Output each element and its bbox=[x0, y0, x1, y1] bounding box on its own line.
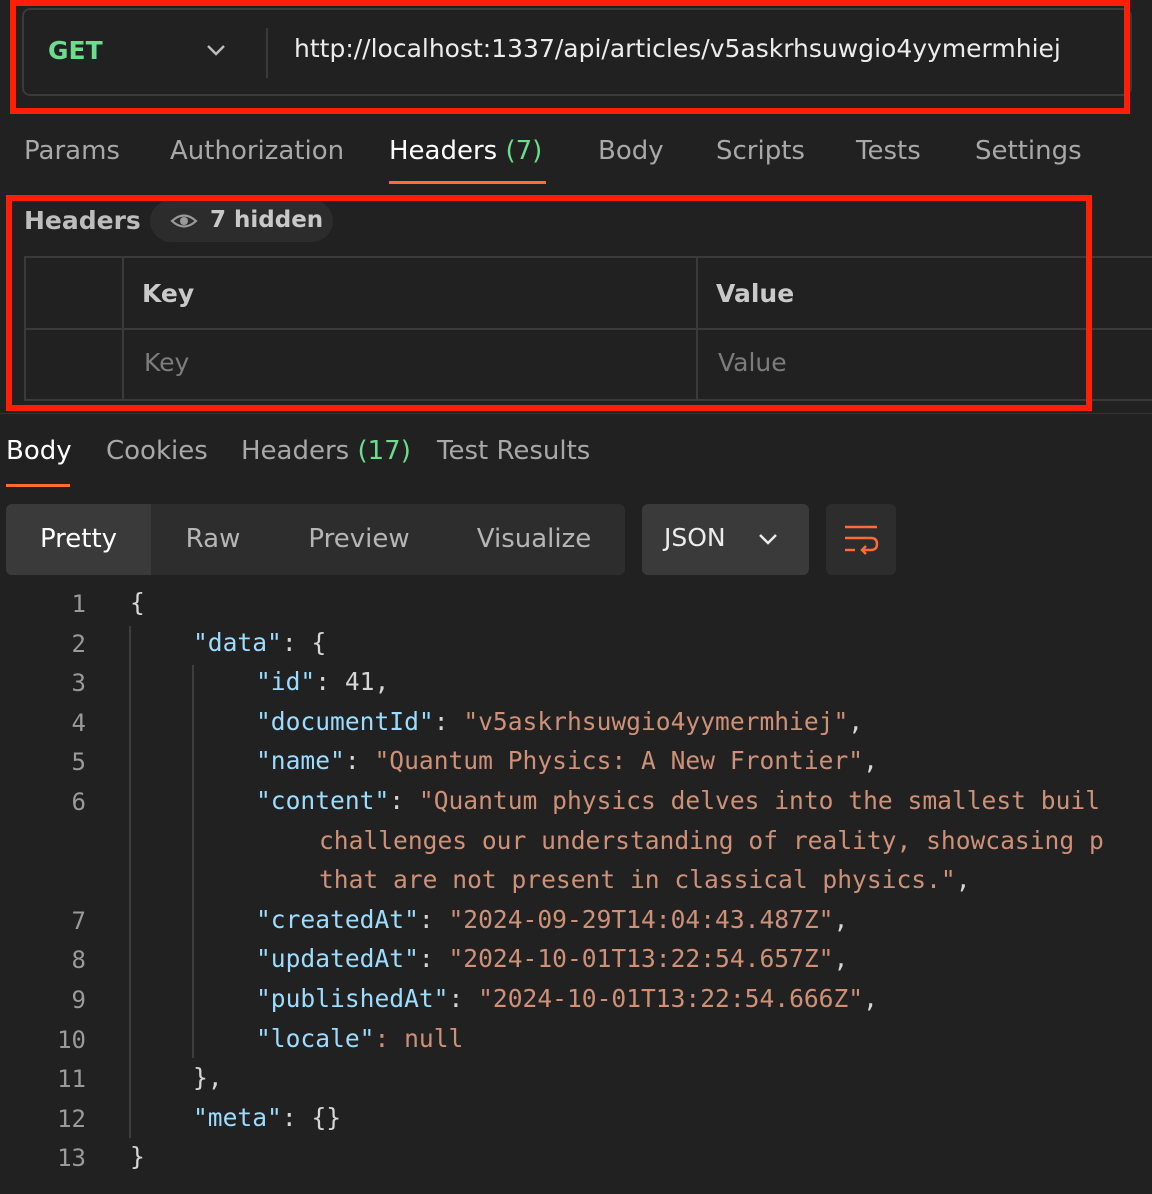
json-string: that are not present in classical physic… bbox=[319, 865, 956, 894]
tab-tests[interactable]: Tests bbox=[856, 136, 921, 166]
code-line: "publishedAt": "2024-10-01T13:22:54.666Z… bbox=[256, 984, 878, 1013]
wrap-lines-icon bbox=[845, 525, 879, 555]
response-tab-cookies[interactable]: Cookies bbox=[106, 436, 208, 466]
view-pretty-button[interactable]: Pretty bbox=[6, 504, 151, 575]
line-number: 8 bbox=[71, 946, 86, 974]
active-tab-indicator bbox=[389, 181, 546, 184]
code-line-wrapped: that are not present in classical physic… bbox=[319, 865, 971, 894]
code-line: "meta": {} bbox=[193, 1103, 341, 1132]
json-key: "name" bbox=[256, 746, 345, 775]
code-line: } bbox=[130, 1142, 145, 1171]
line-number: 4 bbox=[71, 709, 86, 737]
tab-authorization[interactable]: Authorization bbox=[170, 136, 344, 166]
line-number: 3 bbox=[71, 669, 86, 697]
json-key: "publishedAt" bbox=[256, 984, 449, 1013]
highlight-box-headers bbox=[6, 195, 1092, 411]
line-number: 9 bbox=[71, 986, 86, 1014]
code-line: "documentId": "v5askrhsuwgio4yymermhiej"… bbox=[256, 707, 864, 736]
response-tab-body[interactable]: Body bbox=[6, 436, 72, 466]
line-number: 2 bbox=[71, 630, 86, 658]
json-null: : null bbox=[374, 1024, 464, 1053]
json-key: "data" bbox=[193, 628, 282, 657]
json-brace: }, bbox=[193, 1063, 223, 1092]
tab-scripts[interactable]: Scripts bbox=[716, 136, 805, 166]
tab-params[interactable]: Params bbox=[24, 136, 120, 166]
code-line: "data": { bbox=[193, 628, 326, 657]
code-line: "locale": null bbox=[256, 1024, 463, 1053]
json-key: "createdAt" bbox=[256, 905, 419, 934]
json-string: "2024-10-01T13:22:54.657Z" bbox=[448, 944, 834, 973]
json-key: "meta" bbox=[193, 1103, 282, 1132]
json-key: "documentId" bbox=[256, 707, 434, 736]
json-number: : 41, bbox=[315, 667, 390, 696]
tab-headers-label: Headers bbox=[389, 136, 498, 166]
json-string: "Quantum Physics: A New Frontier" bbox=[374, 746, 864, 775]
json-key: "content" bbox=[256, 786, 390, 815]
response-tab-headers[interactable]: Headers (17) bbox=[241, 436, 411, 466]
code-line: }, bbox=[193, 1063, 223, 1092]
json-key: "updatedAt" bbox=[256, 944, 419, 973]
code-line: "updatedAt": "2024-10-01T13:22:54.657Z", bbox=[256, 944, 849, 973]
indent-guide bbox=[129, 626, 131, 1138]
json-string: "Quantum physics delves into the smalles… bbox=[418, 786, 1100, 815]
json-string: challenges our understanding of reality,… bbox=[319, 826, 1104, 855]
code-line: "content": "Quantum physics delves into … bbox=[256, 786, 1100, 815]
json-string: "v5askrhsuwgio4yymermhiej" bbox=[463, 707, 849, 736]
json-string: "2024-09-29T14:04:43.487Z" bbox=[448, 905, 834, 934]
json-punct: : { bbox=[281, 628, 327, 657]
section-divider bbox=[0, 413, 1152, 414]
line-number: 12 bbox=[57, 1105, 86, 1133]
code-line-wrapped: challenges our understanding of reality,… bbox=[319, 826, 1104, 855]
response-active-tab-indicator bbox=[6, 484, 70, 487]
line-number: 7 bbox=[71, 907, 86, 935]
response-tab-test-results[interactable]: Test Results bbox=[437, 436, 590, 466]
code-line: { bbox=[130, 588, 145, 617]
json-brace: } bbox=[130, 1142, 145, 1171]
code-line: "createdAt": "2024-09-29T14:04:43.487Z", bbox=[256, 905, 849, 934]
line-number: 11 bbox=[57, 1065, 86, 1093]
view-preview-button[interactable]: Preview bbox=[275, 504, 443, 575]
json-key: "id" bbox=[256, 667, 316, 696]
json-string: "2024-10-01T13:22:54.666Z" bbox=[478, 984, 864, 1013]
highlight-box-url bbox=[10, 0, 1130, 114]
line-number: 1 bbox=[71, 590, 86, 618]
line-number: 6 bbox=[71, 788, 86, 816]
format-label: JSON bbox=[664, 523, 726, 552]
code-line: "name": "Quantum Physics: A New Frontier… bbox=[256, 746, 878, 775]
code-line: "id": 41, bbox=[256, 667, 389, 696]
tab-settings[interactable]: Settings bbox=[975, 136, 1082, 166]
view-mode-group: Pretty Raw Preview Visualize bbox=[6, 504, 625, 575]
line-number: 5 bbox=[71, 748, 86, 776]
view-raw-button[interactable]: Raw bbox=[151, 504, 275, 575]
line-number: 10 bbox=[57, 1026, 86, 1054]
json-punct: : {} bbox=[281, 1103, 342, 1132]
tab-headers-count: (7) bbox=[505, 136, 543, 166]
json-brace: { bbox=[130, 588, 145, 617]
json-key: "locale" bbox=[256, 1024, 375, 1053]
chevron-down-icon bbox=[759, 534, 777, 545]
tab-body[interactable]: Body bbox=[598, 136, 664, 166]
view-visualize-button[interactable]: Visualize bbox=[443, 504, 625, 575]
line-number: 13 bbox=[57, 1144, 86, 1172]
tab-headers[interactable]: Headers (7) bbox=[389, 136, 542, 166]
indent-guide bbox=[192, 665, 194, 1058]
response-tab-headers-label: Headers bbox=[241, 436, 350, 466]
response-tab-headers-count: (17) bbox=[357, 436, 411, 466]
